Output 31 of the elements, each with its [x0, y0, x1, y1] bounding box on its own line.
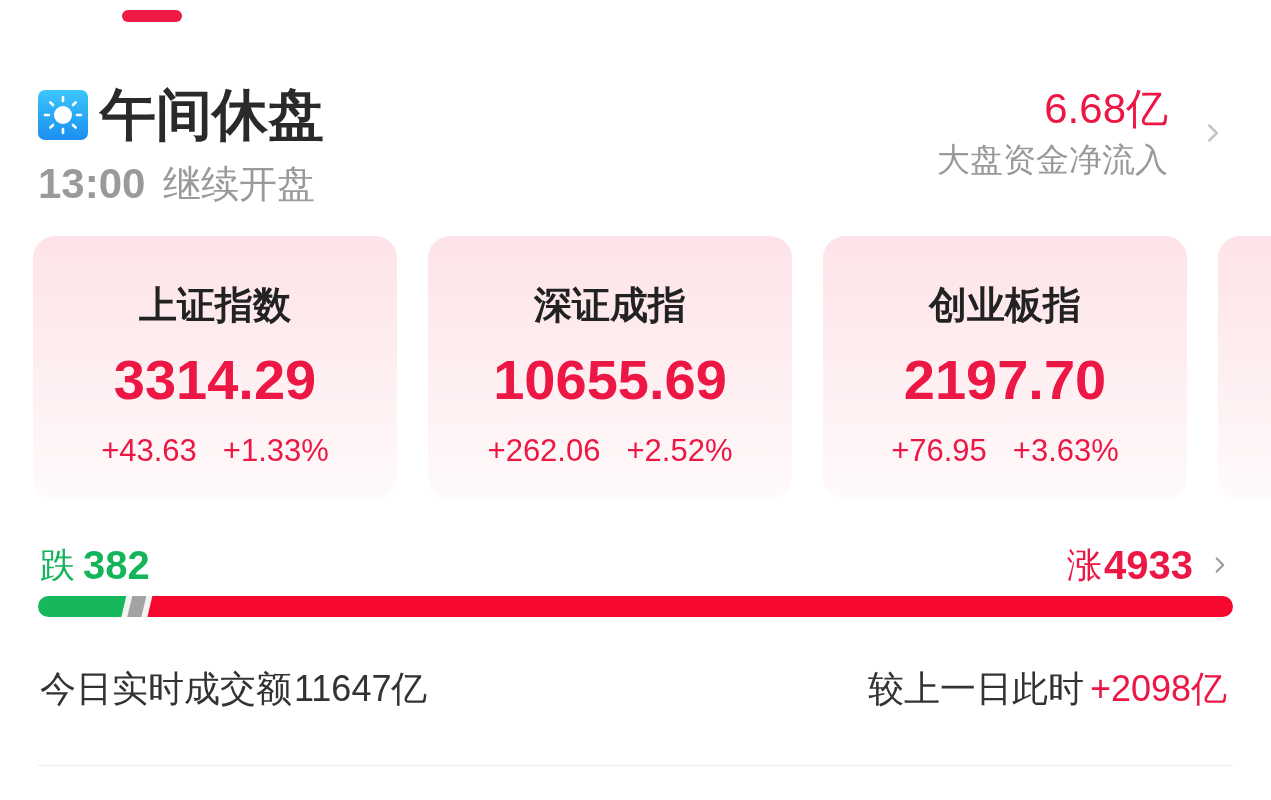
index-change: +262.06 [487, 432, 601, 470]
index-card[interactable]: 创业板指 2197.70 +76.95 +3.63% [823, 236, 1187, 499]
down-count: 382 [83, 543, 150, 587]
index-name: 创业板指 [929, 282, 1081, 328]
market-status-title: 午间休盘 [100, 82, 324, 148]
turnover-label: 今日实时成交额 [40, 667, 292, 711]
index-value: 10655.69 [493, 350, 727, 410]
index-card[interactable]: 深证成指 10655.69 +262.06 +2.52% [428, 236, 792, 499]
down-label: 跌 [40, 544, 75, 587]
index-card[interactable]: 上证指数 3314.29 +43.63 +1.33% [33, 236, 397, 499]
turnover-value: 11647亿 [294, 667, 428, 711]
up-label: 涨 [1067, 544, 1102, 587]
resume-time: 13:00 [38, 160, 146, 208]
net-inflow-label: 大盘资金净流入 [937, 140, 1168, 180]
net-inflow-value: 6.68亿 [1044, 86, 1168, 132]
up-count: 4933 [1104, 543, 1193, 587]
index-value: 3314.29 [113, 350, 317, 410]
index-change: +43.63 [101, 432, 197, 470]
sun-icon [38, 90, 88, 140]
index-name: 深证成指 [534, 282, 686, 328]
index-change-percent: +3.63% [1012, 432, 1119, 470]
compare-label: 较上一日此时 [867, 667, 1084, 711]
tab-indicator [122, 10, 182, 22]
resume-text: 继续开盘 [163, 161, 316, 208]
index-change: +76.95 [891, 432, 987, 470]
index-value: 2197.70 [903, 350, 1107, 410]
compare-value: +2098亿 [1089, 667, 1227, 711]
index-change-percent: +1.33% [222, 432, 329, 470]
index-card[interactable] [1218, 236, 1271, 499]
index-change-percent: +2.52% [626, 432, 733, 470]
index-name: 上证指数 [139, 282, 291, 328]
